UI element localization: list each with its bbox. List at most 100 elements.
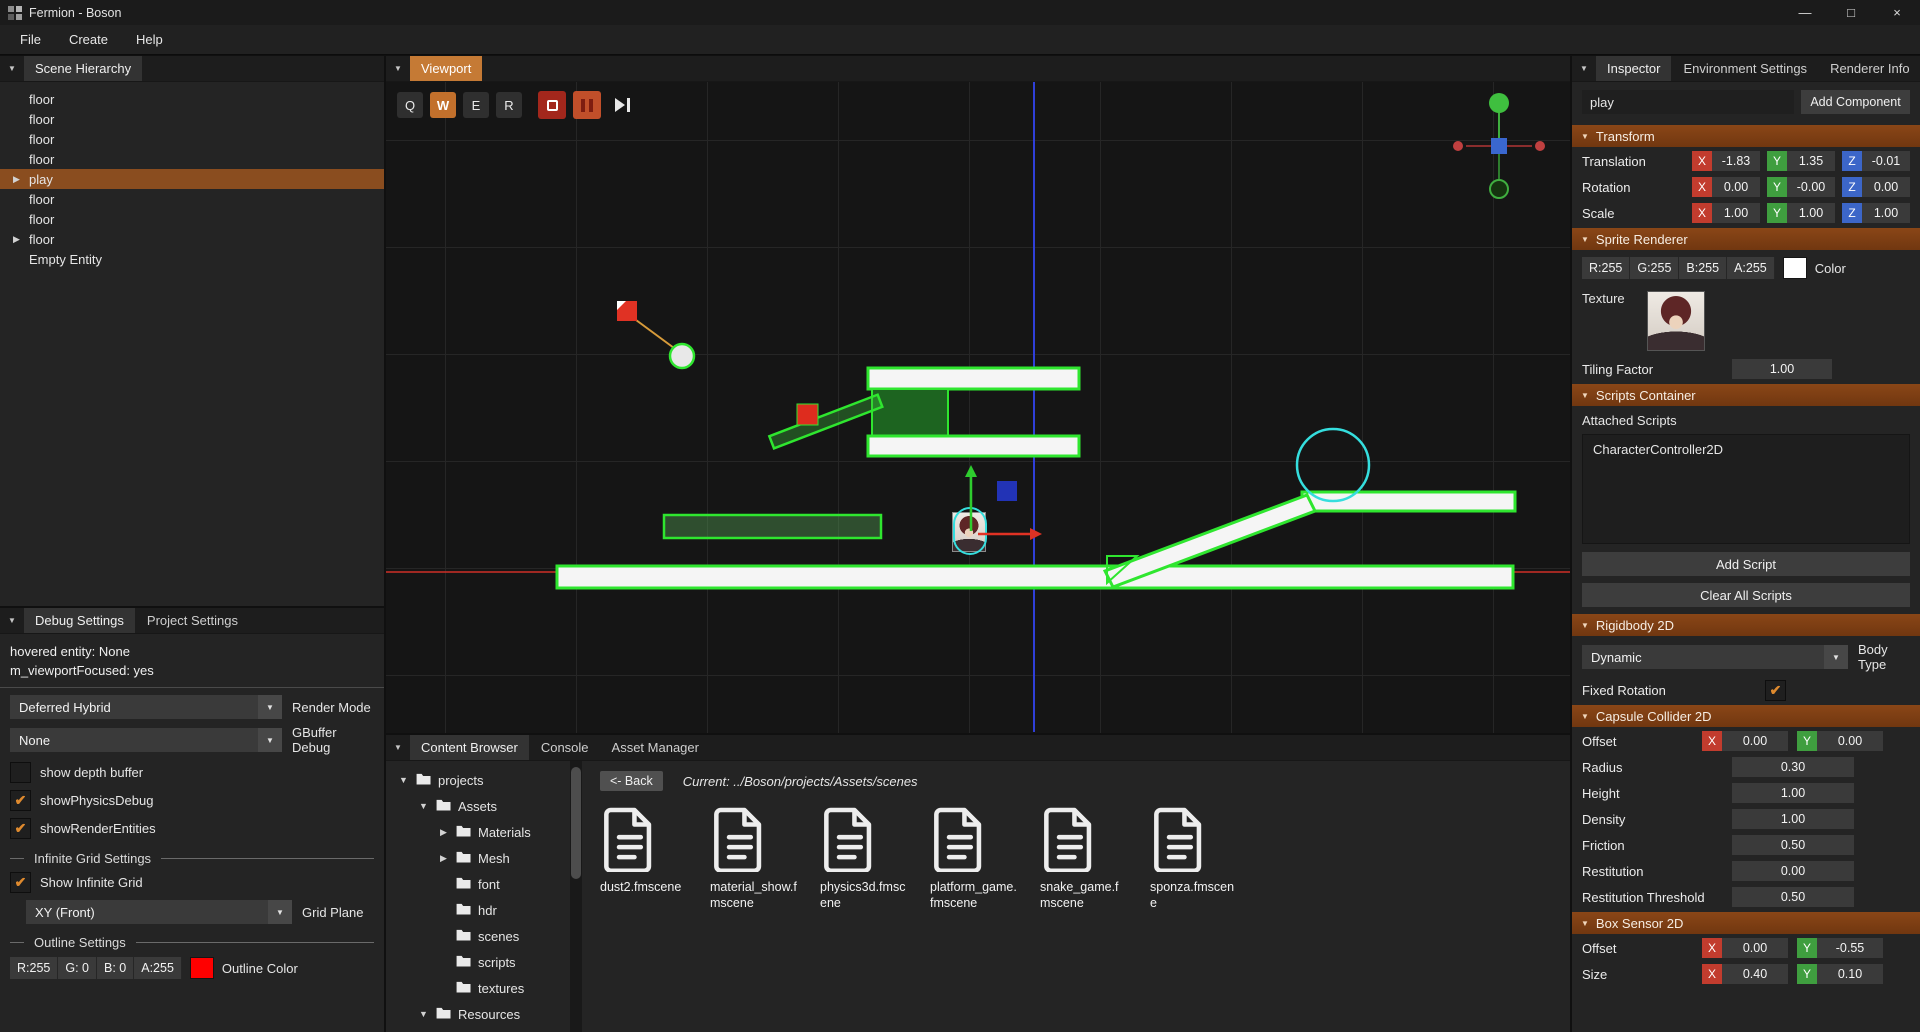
checkbox[interactable] [10,818,31,839]
rigidbody-section-header[interactable]: ▼ Rigidbody 2D [1572,614,1920,636]
axis-y-badge[interactable]: Y [1767,203,1787,223]
hierarchy-item[interactable]: floor [0,109,384,129]
panel-menu-icon[interactable]: ▼ [386,735,410,760]
tiling-factor-field[interactable]: 1.00 [1732,359,1832,379]
blue-marker-entity[interactable] [997,481,1017,501]
hierarchy-item[interactable]: floor [0,89,384,109]
size-x-field[interactable]: 0.40 [1722,964,1788,984]
property-value-field[interactable]: 1.00 [1732,783,1854,803]
file-item[interactable]: platform_game.fmscene [930,806,1018,911]
hierarchy-item[interactable]: Empty Entity [0,249,384,269]
offset-y-field[interactable]: 0.00 [1817,731,1883,751]
property-value-field[interactable]: 0.00 [1732,861,1854,881]
axis-y-badge[interactable]: Y [1797,964,1817,984]
color-channel-field[interactable]: G: 0 [58,957,97,979]
checkbox[interactable] [10,790,31,811]
scripts-section-header[interactable]: ▼ Scripts Container [1572,384,1920,406]
dropdown-arrow-icon[interactable]: ▼ [268,900,292,924]
tab[interactable]: Console [530,735,600,760]
back-button[interactable]: <- Back [600,771,663,791]
file-item[interactable]: sponza.fmscene [1150,806,1238,911]
color-channel-field[interactable]: A:255 [1727,257,1775,279]
gizmo-tool-button[interactable]: W [430,92,456,118]
platform-entity[interactable] [868,368,1079,389]
tab[interactable]: Renderer Info [1819,56,1920,81]
expand-arrow-icon[interactable]: ▼ [418,1009,429,1019]
axis-z-badge[interactable]: Z [1842,151,1862,171]
file-item[interactable]: material_show.fmscene [710,806,798,911]
offset-y-field[interactable]: -0.55 [1817,938,1883,958]
hierarchy-item[interactable]: floor [0,149,384,169]
y-value-field[interactable]: -0.00 [1787,177,1835,197]
expand-arrow-icon[interactable]: ▼ [418,801,429,811]
axis-x-badge[interactable]: X [1702,938,1722,958]
translucent-platform-entity[interactable] [664,515,881,538]
z-value-field[interactable]: -0.01 [1862,151,1910,171]
dropdown-arrow-icon[interactable]: ▼ [258,695,282,719]
tree-item[interactable]: scripts [386,949,584,975]
checkbox[interactable] [10,762,31,783]
menu-item[interactable]: Help [122,25,177,54]
scrollbar-thumb[interactable] [571,767,581,879]
hierarchy-item[interactable]: floor [0,129,384,149]
gizmo-tool-button[interactable]: R [496,92,522,118]
menu-item[interactable]: Create [55,25,122,54]
axis-x-badge[interactable]: X [1702,964,1722,984]
axis-z-badge[interactable]: Z [1842,203,1862,223]
tree-item[interactable]: hdr [386,897,584,923]
z-value-field[interactable]: 0.00 [1862,177,1910,197]
gizmo-tool-button[interactable]: E [463,92,489,118]
color-channel-field[interactable]: B:255 [1679,257,1727,279]
expand-arrow-icon[interactable]: ▶ [13,174,29,185]
circle-collider-outline[interactable] [1297,429,1369,501]
tab[interactable]: Debug Settings [24,608,135,633]
transform-section-header[interactable]: ▼ Transform [1572,125,1920,147]
z-value-field[interactable]: 1.00 [1862,203,1910,223]
axis-x-badge[interactable]: X [1692,203,1712,223]
y-value-field[interactable]: 1.00 [1787,203,1835,223]
y-value-field[interactable]: 1.35 [1787,151,1835,171]
tree-item[interactable]: ▼ projects [386,767,584,793]
tab[interactable]: Asset Manager [601,735,710,760]
dropdown-arrow-icon[interactable]: ▼ [1824,645,1848,669]
render-mode-combo[interactable]: Deferred Hybrid ▼ [10,695,282,719]
orientation-gizmo[interactable] [1453,93,1545,198]
dropdown-arrow-icon[interactable]: ▼ [258,728,282,752]
box-sensor-section-header[interactable]: ▼ Box Sensor 2D [1572,912,1920,934]
add-script-button[interactable]: Add Script [1582,552,1910,576]
tab[interactable]: Inspector [1596,56,1671,81]
entity-name-input[interactable]: play [1582,90,1794,114]
tree-item[interactable]: font [386,871,584,897]
property-value-field[interactable]: 1.00 [1732,809,1854,829]
tab[interactable]: Environment Settings [1672,56,1818,81]
size-y-field[interactable]: 0.10 [1817,964,1883,984]
axis-x-badge[interactable]: X [1692,151,1712,171]
close-button[interactable]: × [1874,0,1920,25]
show-grid-checkbox[interactable] [10,872,31,893]
red-box-entity[interactable] [797,404,818,425]
stop-button[interactable] [538,91,566,119]
green-box-entity[interactable] [872,389,948,436]
tree-item[interactable]: ▼ Resources [386,1001,584,1027]
tree-item[interactable]: ▶ Mesh [386,845,584,871]
panel-menu-icon[interactable]: ▼ [386,56,410,81]
hierarchy-item[interactable]: floor [0,189,384,209]
axis-y-badge[interactable]: Y [1797,938,1817,958]
sprite-color-swatch[interactable] [1783,257,1807,279]
x-value-field[interactable]: 0.00 [1712,177,1760,197]
step-button[interactable] [608,91,636,119]
gizmo-y-negative[interactable] [1490,180,1508,198]
expand-arrow-icon[interactable]: ▼ [398,775,409,785]
ground-platform-entity[interactable] [557,566,1513,588]
outline-color-swatch[interactable] [190,957,214,979]
tree-scrollbar[interactable] [570,761,582,1032]
offset-x-field[interactable]: 0.00 [1722,938,1788,958]
gizmo-tool-button[interactable]: Q [397,92,423,118]
small-ramp-entity[interactable] [769,395,882,449]
hierarchy-item[interactable]: floor [0,209,384,229]
color-channel-field[interactable]: R:255 [10,957,58,979]
grid-plane-combo[interactable]: XY (Front) ▼ [26,900,292,924]
tab[interactable]: Content Browser [410,735,529,760]
color-channel-field[interactable]: R:255 [1582,257,1630,279]
axis-y-badge[interactable]: Y [1767,177,1787,197]
